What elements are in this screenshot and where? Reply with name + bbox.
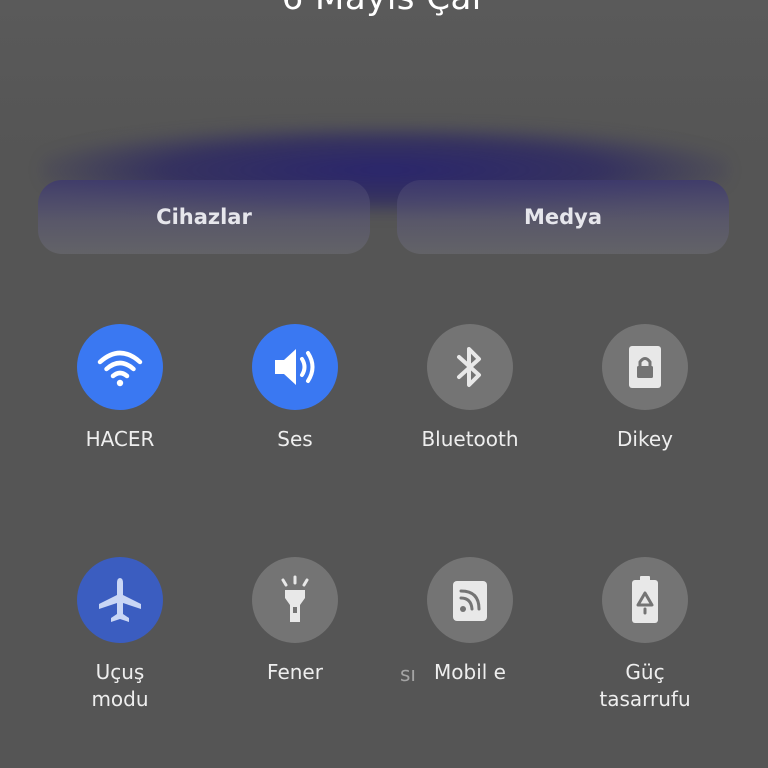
tile-label-bluetooth: Bluetooth [421,427,519,451]
speaker-icon [275,349,315,385]
airplane-icon [99,578,141,622]
tile-label-rotation: Dikey [617,427,673,451]
sound-toggle[interactable] [252,324,338,410]
battery-saver-icon [632,576,658,623]
tile-label-battery-saver: Güç tasarrufu [599,660,691,711]
tile-airplane[interactable]: Uçuş modu [35,557,205,713]
bluetooth-toggle[interactable] [427,324,513,410]
media-button[interactable]: Medya [397,180,729,254]
wifi-icon [97,350,143,387]
flashlight-icon [281,575,309,622]
tile-label-sound: Ses [277,427,313,451]
tile-sound[interactable]: Ses [210,324,380,453]
tile-label-flashlight: Fener [267,660,323,684]
mobile-data-icon [453,581,487,621]
battery-saver-toggle[interactable] [602,557,688,643]
tile-battery-saver[interactable]: Güç tasarrufu [560,557,730,713]
tile-label-wifi: HACER [85,427,155,451]
wifi-toggle[interactable] [77,324,163,410]
tile-flashlight[interactable]: Fener [210,557,380,686]
tile-wifi[interactable]: HACER [35,324,205,453]
date-text: 6 Mayıs Çar [0,0,768,18]
mobile-data-toggle[interactable] [427,557,513,643]
rotation-lock-icon [629,346,661,388]
airplane-toggle[interactable] [77,557,163,643]
tile-label-overflow-fragment: sı [400,662,416,686]
bluetooth-icon [457,347,481,387]
devices-button[interactable]: Cihazlar [38,180,370,254]
rotation-toggle[interactable] [602,324,688,410]
tile-label-airplane: Uçuş modu [91,660,149,711]
tile-rotation[interactable]: Dikey [560,324,730,453]
tile-bluetooth[interactable]: Bluetooth [385,324,555,453]
flashlight-toggle[interactable] [252,557,338,643]
